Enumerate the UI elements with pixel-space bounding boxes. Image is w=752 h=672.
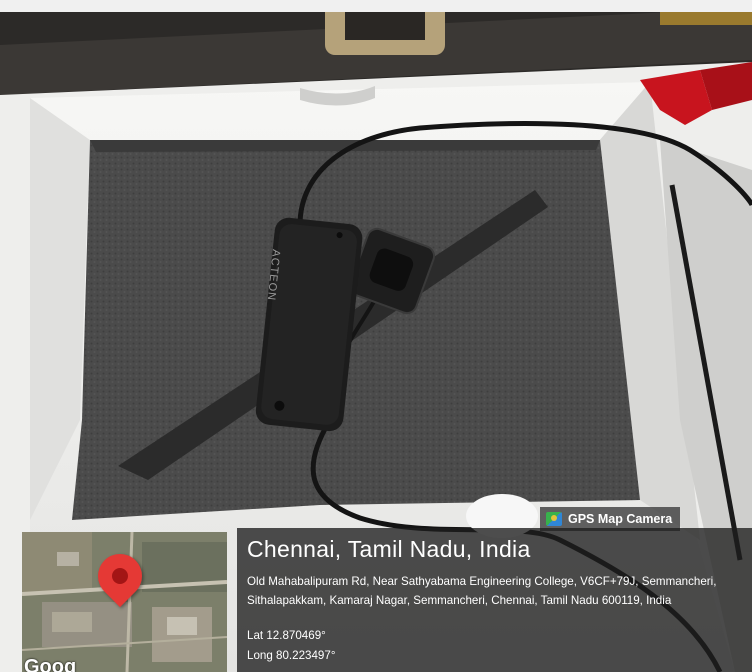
map-pin-center [112, 568, 128, 584]
longitude-value: Long 80.223497° [247, 649, 336, 662]
location-address: Old Mahabalipuram Rd, Near Sathyabama En… [247, 575, 717, 607]
location-info-panel: Chennai, Tamil Nadu, India Old Mahabalip… [237, 528, 752, 672]
location-title: Chennai, Tamil Nadu, India [247, 536, 531, 562]
map-thumbnail: Goog [22, 532, 227, 672]
latitude-value: Lat 12.870469° [247, 629, 326, 642]
gps-map-camera-icon [546, 512, 562, 526]
location-overlay: Goog Chennai, Tamil Nadu, India Old Maha… [22, 528, 752, 672]
badge-label: GPS Map Camera [568, 512, 673, 526]
map-attribution: Goog [24, 656, 77, 672]
photo-scene: ACTEON GPS Map Camera Goog Chennai, Tami… [0, 0, 752, 672]
